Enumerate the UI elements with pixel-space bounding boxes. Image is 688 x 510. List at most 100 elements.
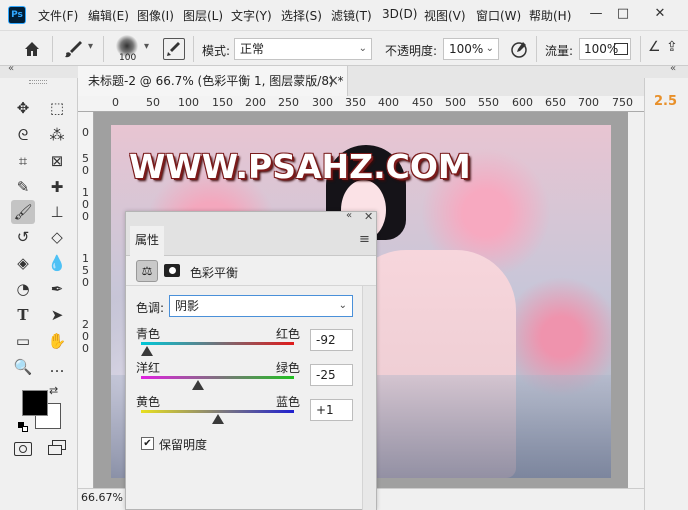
- properties-scrollbar[interactable]: [362, 286, 376, 510]
- close-panel-icon[interactable]: ✕: [364, 210, 373, 223]
- ruler-tick: 0: [112, 96, 119, 109]
- airbrush-icon[interactable]: [614, 43, 628, 55]
- ruler-tick: 250: [278, 96, 299, 109]
- menu-select[interactable]: 选择(S): [281, 7, 322, 24]
- menu-file[interactable]: 文件(F): [38, 7, 78, 24]
- properties-tab-row: 属性 ≡: [126, 226, 376, 256]
- properties-title-bar[interactable]: « ✕: [126, 210, 376, 226]
- yellow-blue-slider-track[interactable]: [141, 410, 294, 413]
- chevron-down-icon: ⌄: [358, 43, 367, 54]
- magenta-green-value: -25: [316, 368, 336, 382]
- chevron-down-icon[interactable]: ▾: [88, 41, 93, 52]
- magic-wand-tool-icon[interactable]: ⁂: [45, 123, 69, 147]
- menu-bar: Ps 文件(F) 编辑(E) 图像(I) 图层(L) 文字(Y) 选择(S) 滤…: [0, 0, 688, 30]
- dock-value-label[interactable]: 2.5: [654, 94, 677, 109]
- collapse-right-icon[interactable]: «: [670, 63, 676, 74]
- tab-properties[interactable]: 属性: [130, 226, 164, 256]
- menu-filter[interactable]: 滤镜(T): [331, 7, 372, 24]
- tone-select[interactable]: 阴影 ⌄: [169, 295, 353, 317]
- opacity-input[interactable]: 100% ⌄: [443, 38, 499, 60]
- cyan-red-slider-thumb[interactable]: [141, 346, 154, 356]
- ruler-tick: 0: [82, 276, 89, 289]
- quick-mask-icon[interactable]: [14, 442, 32, 456]
- more-tools-icon[interactable]: …: [45, 355, 69, 379]
- document-tab-title: 未标题-2 @ 66.7% (色彩平衡 1, 图层蒙版/8) *: [88, 74, 344, 88]
- ruler-tick: 650: [545, 96, 566, 109]
- healing-brush-tool-icon[interactable]: ✚: [45, 175, 69, 199]
- magenta-green-slider-track[interactable]: [141, 376, 294, 379]
- crop-tool-icon[interactable]: ⌗: [11, 149, 35, 173]
- frame-tool-icon[interactable]: ⊠: [45, 149, 69, 173]
- menu-window[interactable]: 窗口(W): [476, 7, 521, 24]
- horizontal-ruler: 0 50 100 150 200 250 300 350 400 450 500…: [78, 96, 644, 112]
- history-brush-tool-icon[interactable]: ↺: [11, 225, 35, 249]
- screen-mode-icon[interactable]: [48, 440, 66, 456]
- cyan-red-value-input[interactable]: -92: [310, 329, 353, 351]
- lasso-tool-icon[interactable]: ᘓ: [11, 123, 35, 147]
- pressure-opacity-icon[interactable]: [509, 39, 529, 59]
- opacity-value: 100%: [449, 42, 484, 56]
- brush-settings-icon[interactable]: [163, 38, 185, 60]
- layer-mask-icon[interactable]: [164, 264, 180, 277]
- yellow-blue-value-input[interactable]: +1: [310, 399, 353, 421]
- paint-bucket-tool-icon[interactable]: ◈: [11, 251, 35, 275]
- menu-view[interactable]: 视图(V): [424, 7, 466, 24]
- menu-layer[interactable]: 图层(L): [183, 7, 223, 24]
- brush-picker-chevron-icon[interactable]: ▾: [144, 41, 149, 52]
- brush-tool-icon[interactable]: [62, 39, 84, 59]
- yellow-blue-value: +1: [316, 403, 334, 417]
- share-icon[interactable]: ⇪: [666, 39, 678, 55]
- blur-tool-icon[interactable]: 💧: [45, 251, 69, 275]
- zoom-level[interactable]: 66.67%: [81, 491, 123, 504]
- menu-3d[interactable]: 3D(D): [382, 7, 417, 21]
- mode-value: 正常: [240, 42, 265, 56]
- clone-stamp-tool-icon[interactable]: ⊥: [45, 200, 69, 224]
- adjustment-header: ⚖ 色彩平衡: [126, 256, 376, 286]
- panel-menu-icon[interactable]: ≡: [359, 232, 370, 247]
- dodge-tool-icon[interactable]: ◔: [11, 277, 35, 301]
- type-tool-icon[interactable]: T: [11, 303, 35, 327]
- close-window-button[interactable]: ✕: [650, 4, 670, 24]
- document-tab[interactable]: 未标题-2 @ 66.7% (色彩平衡 1, 图层蒙版/8) * ×: [78, 66, 348, 96]
- cyan-red-slider-track[interactable]: [141, 342, 294, 345]
- menu-edit[interactable]: 编辑(E): [88, 7, 129, 24]
- eyedropper-tool-icon[interactable]: ✎: [11, 175, 35, 199]
- collapse-left-icon[interactable]: «: [8, 63, 14, 74]
- brush-tool-icon[interactable]: 🖌: [11, 200, 35, 224]
- toolbar-grip[interactable]: [29, 80, 47, 84]
- eraser-tool-icon[interactable]: ◇: [45, 225, 69, 249]
- opacity-label: 不透明度:: [385, 44, 438, 58]
- move-tool-icon[interactable]: ✥: [11, 96, 35, 120]
- flow-label: 流量:: [545, 44, 574, 58]
- path-selection-tool-icon[interactable]: ➤: [45, 303, 69, 327]
- maximize-button[interactable]: □: [613, 4, 633, 24]
- yellow-blue-slider-thumb[interactable]: [212, 414, 225, 424]
- swap-colors-icon[interactable]: ⇄: [49, 384, 58, 397]
- collapse-panel-icon[interactable]: «: [346, 210, 352, 221]
- yellow-label: 黄色: [136, 395, 161, 409]
- zoom-tool-icon[interactable]: 🔍: [11, 355, 35, 379]
- ruler-tick: 400: [378, 96, 399, 109]
- home-icon[interactable]: [22, 39, 42, 59]
- balance-scale-icon[interactable]: ⚖: [136, 260, 158, 282]
- smoothing-icon[interactable]: ∠: [648, 39, 661, 55]
- menu-image[interactable]: 图像(I): [137, 7, 174, 24]
- preserve-luminosity-label: 保留明度: [159, 438, 208, 452]
- rectangle-tool-icon[interactable]: ▭: [11, 329, 35, 353]
- marquee-tool-icon[interactable]: ⬚: [45, 96, 69, 120]
- close-tab-icon[interactable]: ×: [327, 66, 339, 96]
- menu-help[interactable]: 帮助(H): [529, 7, 571, 24]
- default-colors-icon[interactable]: [18, 422, 28, 432]
- minimize-button[interactable]: —: [586, 4, 606, 24]
- magenta-green-value-input[interactable]: -25: [310, 364, 353, 386]
- magenta-green-slider-thumb[interactable]: [192, 380, 205, 390]
- pen-tool-icon[interactable]: ✒: [45, 277, 69, 301]
- cyan-red-value: -92: [316, 333, 336, 347]
- menu-type[interactable]: 文字(Y): [231, 7, 272, 24]
- mode-select[interactable]: 正常 ⌄: [234, 38, 372, 60]
- chevron-down-icon: ⌄: [338, 300, 347, 311]
- foreground-color-swatch[interactable]: [22, 390, 48, 416]
- right-dock: 2.5: [644, 78, 688, 510]
- preserve-luminosity-checkbox[interactable]: ✔: [141, 437, 154, 450]
- hand-tool-icon[interactable]: ✋: [45, 329, 69, 353]
